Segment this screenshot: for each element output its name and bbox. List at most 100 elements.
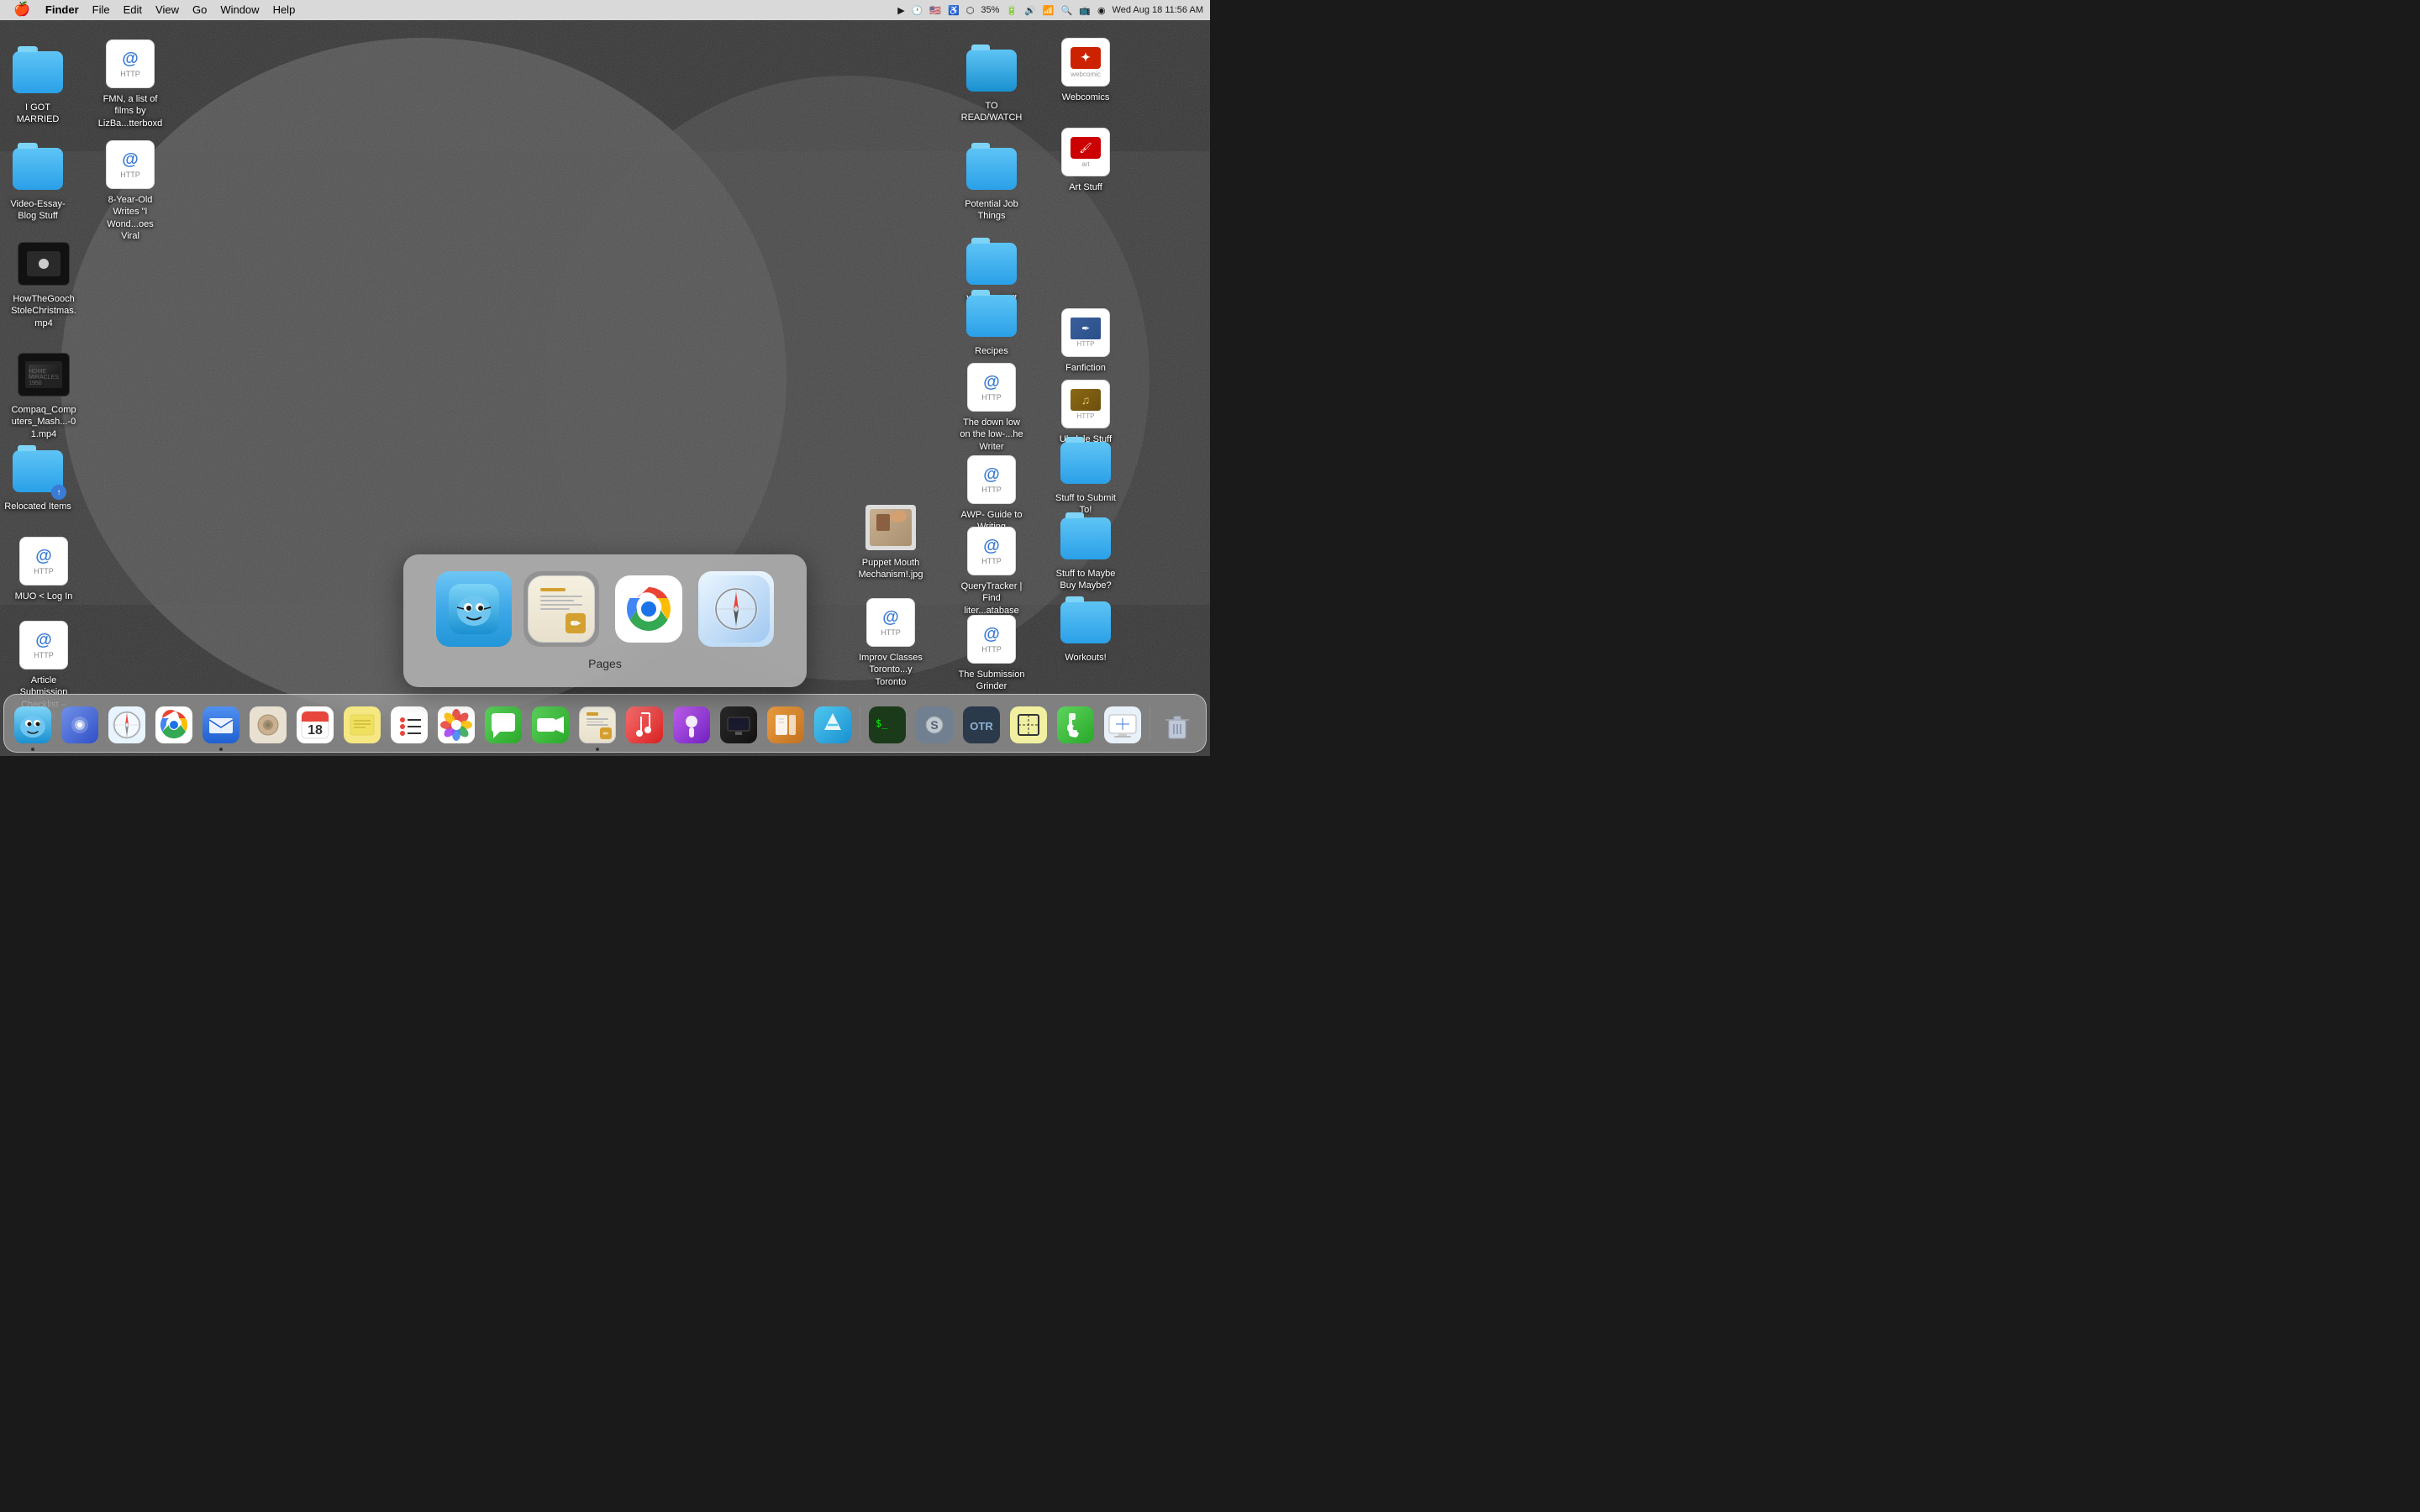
dock-finder[interactable] (11, 703, 55, 747)
icon-label-to-read: TO READ/WATCH (958, 100, 1025, 124)
desktop-icon-stuff-buy[interactable]: Stuff to Maybe Buy Maybe? (1052, 512, 1119, 592)
datetime: Wed Aug 18 11:56 AM (1113, 5, 1203, 15)
dock-automator[interactable] (246, 703, 290, 747)
desktop-icon-fmn[interactable]: @ HTTP FMN, a list of films by LizBa...t… (97, 37, 164, 129)
desktop-icon-querytracker[interactable]: @ HTTP QueryTracker | Find liter...ataba… (958, 524, 1025, 617)
icon-label-webcomics: Webcomics (1062, 92, 1110, 103)
accessibility-icon[interactable]: ♿ (948, 5, 960, 16)
dock-facetime[interactable] (529, 703, 572, 747)
icon-label-stuff-buy: Stuff to Maybe Buy Maybe? (1052, 568, 1119, 592)
battery-level[interactable]: 35% (981, 5, 999, 15)
icon-label-submission-grinder: The Submission Grinder (958, 669, 1025, 693)
icon-label-relocated: Relocated Items (4, 501, 71, 512)
apple-menu[interactable]: 🍎 (7, 1, 37, 19)
dock-photos[interactable] (434, 703, 478, 747)
icon-label-video-essay: Video-Essay-Blog Stuff (4, 198, 71, 223)
dock-launchpad[interactable] (58, 703, 102, 747)
desktop-icon-i-got-married[interactable]: I GOT MARRIED (4, 45, 71, 126)
icon-label-workouts: Workouts! (1065, 652, 1106, 664)
bluetooth-icon[interactable]: ⬡ (966, 5, 975, 16)
menu-window[interactable]: Window (215, 1, 264, 19)
desktop-icon-muo[interactable]: @ HTTP MUO < Log In (10, 534, 77, 602)
icon-label-art-stuff: Art Stuff (1069, 181, 1102, 193)
dock-trash[interactable] (1155, 703, 1199, 747)
icon-label-recipes: Recipes (975, 345, 1008, 357)
siri-icon[interactable]: ◉ (1097, 5, 1106, 16)
menu-file[interactable]: File (87, 1, 115, 19)
desktop-icon-potential-job[interactable]: Potential Job Things (958, 142, 1025, 223)
desktop-icon-puppet[interactable]: Puppet Mouth Mechanism!.jpg (857, 501, 924, 581)
icon-label-down-low: The down low on the low-...he Writer (958, 417, 1025, 453)
desktop-icon-workouts[interactable]: Workouts! (1052, 596, 1119, 664)
svg-text:$_: $_ (876, 717, 888, 729)
app-switcher-popup: ✏ (403, 554, 807, 687)
desktop-icon-8year[interactable]: @ HTTP 8-Year-Old Writes "I Wond...oes V… (97, 138, 164, 242)
icon-label-8year: 8-Year-Old Writes "I Wond...oes Viral (97, 194, 164, 242)
svg-text:S: S (930, 718, 938, 732)
dock-podcasts[interactable] (670, 703, 713, 747)
dock-mail[interactable] (199, 703, 243, 747)
icon-label-fanfiction: Fanfiction (1065, 362, 1106, 374)
app-name[interactable]: Finder (40, 1, 84, 19)
desktop-icon-down-low[interactable]: @ HTTP The down low on the low-...he Wri… (958, 360, 1025, 453)
dock-calendar[interactable]: 18 (293, 703, 337, 747)
icon-label-i-got-married: I GOT MARRIED (4, 102, 71, 126)
cast-icon[interactable]: 📺 (1079, 5, 1091, 16)
icon-label-compaq: Compaq_Computers_Mash...-01.mp4 (10, 404, 77, 440)
dock-screenium[interactable] (1101, 703, 1144, 747)
dock-chrome[interactable] (152, 703, 196, 747)
flag-icon[interactable]: 🇺🇸 (929, 5, 941, 16)
desktop-icon-stuff-submit[interactable]: Stuff to Submit To! (1052, 436, 1119, 517)
desktop-icon-compaq[interactable]: HOME MIRACLES 1950 Compaq_Computers_Mash… (10, 348, 77, 440)
launcher-safari-icon[interactable] (698, 571, 774, 647)
desktop-icon-submission-grinder[interactable]: @ HTTP The Submission Grinder (958, 612, 1025, 693)
menubar-left: 🍎 Finder File Edit View Go Window Help (7, 1, 300, 19)
icon-label-improv: Improv Classes Toronto...y Toronto (857, 652, 924, 688)
menubar: 🍎 Finder File Edit View Go Window Help ▶… (0, 0, 1210, 20)
wifi-icon[interactable]: 📶 (1043, 5, 1055, 16)
dock-phone[interactable] (1054, 703, 1097, 747)
dock-tv[interactable] (717, 703, 760, 747)
desktop-icon-recipes[interactable]: Recipes (958, 289, 1025, 357)
dock-pages[interactable]: ✏ (576, 703, 619, 747)
launcher-pages-icon[interactable]: ✏ (523, 571, 599, 647)
desktop-icon-fanfiction[interactable]: ✒ HTTP Fanfiction (1052, 306, 1119, 374)
desktop-icon-gooch[interactable]: HowTheGoochStoleChristmas.mp4 (10, 237, 77, 329)
icon-label-fmn: FMN, a list of films by LizBa...tterboxd (97, 93, 164, 129)
dock-appstore[interactable] (811, 703, 855, 747)
play-icon[interactable]: ▶ (897, 5, 904, 16)
dock-monodraw[interactable] (1007, 703, 1050, 747)
dock-reminders[interactable] (387, 703, 431, 747)
dock-books[interactable] (764, 703, 808, 747)
dock-notes[interactable] (340, 703, 384, 747)
launcher-chrome-icon[interactable] (611, 571, 687, 647)
dock-otr[interactable]: OTR (960, 703, 1003, 747)
menu-edit[interactable]: Edit (118, 1, 147, 19)
launcher-icons-row: ✏ (436, 571, 774, 647)
desktop-icon-art-stuff[interactable]: 🖌 art Art Stuff (1052, 125, 1119, 193)
menu-view[interactable]: View (150, 1, 184, 19)
launcher-active-label: Pages (588, 657, 622, 670)
dock-iterm[interactable]: $_ (865, 703, 909, 747)
time-machine-icon[interactable]: 🕐 (912, 5, 923, 16)
search-icon[interactable]: 🔍 (1061, 5, 1073, 16)
icon-label-querytracker: QueryTracker | Find liter...atabase (958, 580, 1025, 617)
desktop-icon-to-read[interactable]: TO READ/WATCH (958, 44, 1025, 124)
dock-music[interactable] (623, 703, 666, 747)
icon-label-puppet: Puppet Mouth Mechanism!.jpg (857, 557, 924, 581)
dock-scrivener[interactable]: S (913, 703, 956, 747)
icon-label-potential-job: Potential Job Things (958, 198, 1025, 223)
dock-safari[interactable] (105, 703, 149, 747)
launcher-finder-icon[interactable] (436, 571, 512, 647)
dock-messages[interactable] (481, 703, 525, 747)
svg-text:OTR: OTR (970, 720, 993, 732)
menu-go[interactable]: Go (187, 1, 212, 19)
volume-icon[interactable]: 🔊 (1024, 5, 1036, 16)
menu-help[interactable]: Help (268, 1, 301, 19)
svg-text:18: 18 (308, 723, 323, 738)
desktop-icon-webcomics[interactable]: ✦ webcomic Webcomics (1052, 35, 1119, 103)
desktop-icon-relocated[interactable]: ↑ Relocated Items (4, 444, 71, 512)
menubar-right: ▶ 🕐 🇺🇸 ♿ ⬡ 35% 🔋 🔊 📶 🔍 📺 ◉ Wed Aug 18 11… (897, 5, 1203, 16)
desktop-icon-improv[interactable]: @ HTTP Improv Classes Toronto...y Toront… (857, 596, 924, 688)
desktop-icon-video-essay[interactable]: Video-Essay-Blog Stuff (4, 142, 71, 223)
